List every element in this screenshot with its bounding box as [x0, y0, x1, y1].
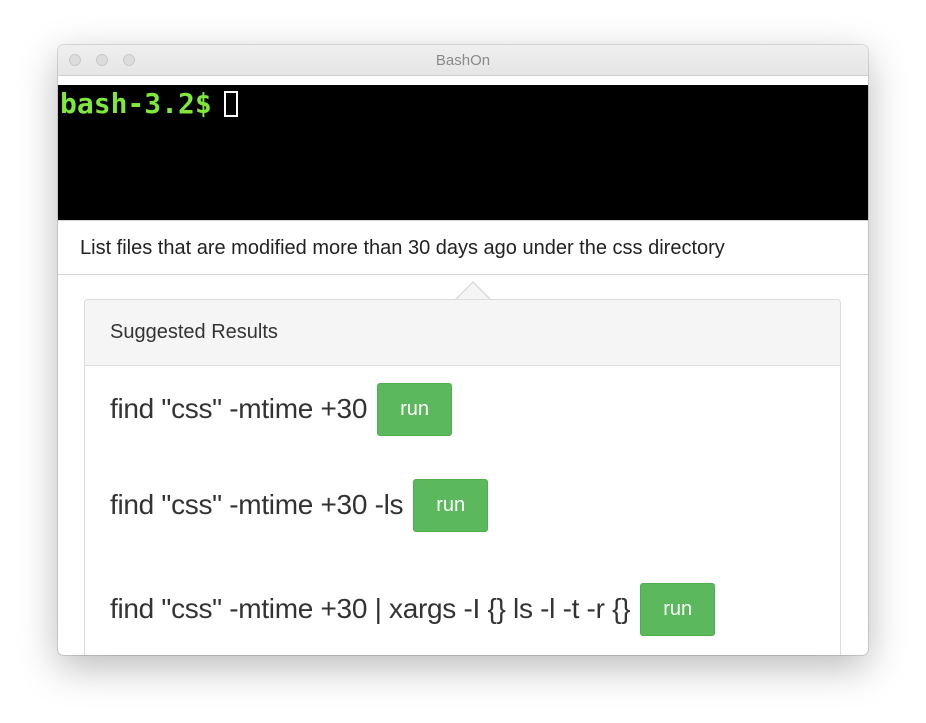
suggested-results-header: Suggested Results — [85, 300, 840, 366]
run-button[interactable]: run — [377, 382, 453, 436]
result-command: find "css" -mtime +30 -ls — [110, 489, 404, 520]
query-text: List files that are modified more than 3… — [80, 237, 725, 259]
suggested-results-panel: Suggested Results find "css" -mtime +30 … — [84, 299, 841, 655]
terminal-prompt-line: bash-3.2$ — [60, 87, 238, 120]
suggested-results-title: Suggested Results — [110, 321, 278, 343]
title-bar: BashOn — [58, 45, 868, 76]
terminal-prompt: bash-3.2$ — [60, 87, 212, 120]
terminal-view[interactable]: bash-3.2$ — [58, 85, 868, 220]
app-window: BashOn bash-3.2$ List files that are mod… — [58, 45, 868, 655]
run-button[interactable]: run — [640, 582, 716, 636]
terminal-cursor — [223, 91, 238, 117]
result-item: find "css" -mtime +30 run — [110, 382, 453, 436]
run-button[interactable]: run — [413, 478, 489, 532]
result-item: find "css" -mtime +30 | xargs -I {} ls -… — [110, 582, 716, 636]
window-title: BashOn — [435, 52, 491, 69]
result-item: find "css" -mtime +30 -ls run — [110, 478, 489, 532]
result-command: find "css" -mtime +30 | xargs -I {} ls -… — [110, 593, 631, 624]
result-command: find "css" -mtime +30 — [110, 393, 368, 424]
natural-language-query-field[interactable]: List files that are modified more than 3… — [58, 220, 868, 275]
